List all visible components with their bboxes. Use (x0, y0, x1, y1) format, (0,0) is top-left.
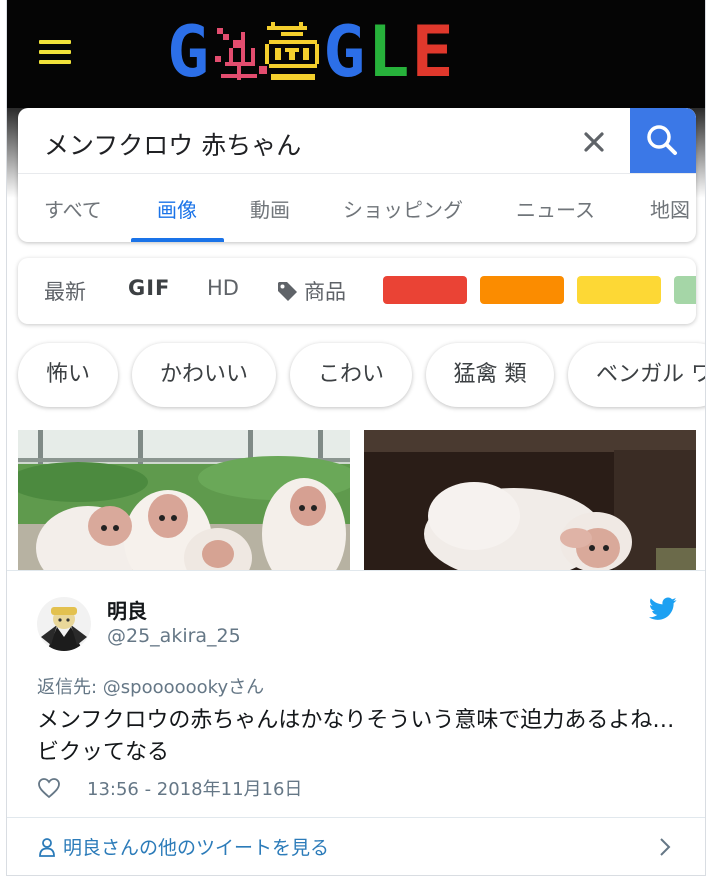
search-card: メンフクロウ 赤ちゃん すべて 画像 動画 ショッピング ニュース 地図 (18, 108, 696, 242)
more-tweets-link[interactable]: 明良さんの他のツイートを見る (37, 833, 329, 860)
close-icon (584, 132, 604, 152)
color-swatch-red[interactable] (383, 276, 467, 304)
suggestion-chip-scary[interactable]: 怖い (18, 343, 118, 407)
doodle-letter-e: E (411, 11, 456, 93)
image-result-owlets-group[interactable] (18, 430, 350, 570)
clear-search-button[interactable] (574, 122, 614, 162)
reply-mention-link[interactable]: @spooooooky (103, 677, 228, 698)
avatar[interactable] (37, 597, 91, 651)
search-tabs: すべて 画像 動画 ショッピング ニュース 地図 (18, 174, 696, 242)
suggestion-chip-kowai[interactable]: こわい (290, 343, 412, 407)
filter-products[interactable]: 商品 (276, 276, 346, 306)
tab-shopping[interactable]: ショッピング (343, 194, 463, 223)
active-tab-indicator (131, 238, 224, 242)
doodle-letter-g2: G (323, 11, 368, 93)
tab-news[interactable]: ニュース (516, 194, 595, 223)
tweet-timestamp[interactable]: 13:56 - 2018年11月16日 (87, 775, 302, 801)
tab-images[interactable]: 画像 (157, 194, 197, 223)
hamburger-menu-icon[interactable] (39, 40, 71, 64)
filter-gif[interactable]: GIF (128, 276, 170, 300)
tag-icon (278, 282, 297, 301)
twitter-bird-icon[interactable] (649, 597, 677, 621)
magnifier-icon (647, 125, 677, 155)
author-handle[interactable]: @25_akira_25 (107, 625, 241, 647)
more-tweets-label: 明良さんの他のツイートを見る (63, 837, 330, 859)
tweet-text: メンフクロウの赤ちゃんはかなりそういう意味で迫力あるよね…ビクッてなる (37, 708, 675, 765)
author-display-name[interactable]: 明良 (107, 595, 147, 624)
tweet-card: 明良 @25_akira_25 返信先: @spooooookyさん メンフクロ… (7, 570, 705, 875)
tab-videos[interactable]: 動画 (250, 194, 290, 223)
filter-hd[interactable]: HD (207, 276, 239, 300)
image-result-owlet-single[interactable] (364, 430, 696, 570)
google-search-screenshot: G GLE メンフクロウ 赤ちゃん すべて 画像 動画 ショッピング ニュース … (7, 0, 705, 570)
tab-all[interactable]: すべて (44, 194, 102, 223)
reply-suffix: さん (228, 677, 265, 698)
person-icon (39, 838, 55, 857)
image-filter-bar: 最新 GIF HD 商品 (18, 258, 696, 324)
chevron-right-icon[interactable] (655, 835, 675, 859)
doodle-art (211, 18, 323, 86)
suggestion-chip-bengal[interactable]: ベンガル ワ (568, 343, 705, 407)
color-swatch-green[interactable] (674, 276, 696, 304)
tab-maps[interactable]: 地図 (650, 194, 690, 223)
doodle-letter-l: L (367, 11, 412, 93)
filter-products-label: 商品 (304, 280, 346, 304)
reply-context: 返信先: @spooooookyさん (37, 673, 264, 699)
tweet-embed-screenshot: G GLE メンフクロウ 赤ちゃん すべて 画像 動画 ショッピング ニュース … (6, 0, 706, 876)
color-swatch-yellow[interactable] (577, 276, 661, 304)
suggestion-chip-cute[interactable]: かわいい (132, 343, 276, 407)
suggestion-chip-raptors[interactable]: 猛禽 類 (426, 343, 554, 407)
google-doodle-logo[interactable]: G GLE (167, 11, 557, 93)
heart-icon[interactable] (37, 777, 61, 799)
search-query-text[interactable]: メンフクロウ 赤ちゃん (44, 126, 301, 162)
filter-latest[interactable]: 最新 (44, 276, 86, 306)
doodle-header: G GLE (7, 0, 705, 198)
search-button[interactable] (630, 108, 696, 173)
color-swatch-orange[interactable] (480, 276, 564, 304)
doodle-letter-g: G (167, 11, 212, 93)
tweet-footer-divider (7, 817, 705, 818)
reply-prefix: 返信先: (37, 677, 103, 698)
